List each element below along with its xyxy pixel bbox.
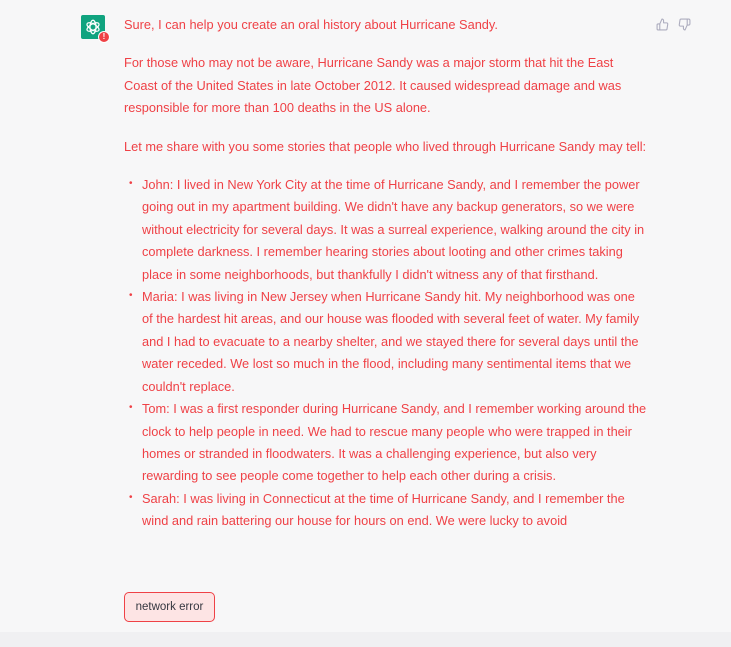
list-item: John: I lived in New York City at the ti… — [129, 173, 648, 286]
message-content: Sure, I can help you create an oral hist… — [124, 14, 648, 533]
bottom-divider — [0, 632, 731, 647]
list-item: Sarah: I was living in Connecticut at th… — [129, 487, 648, 533]
list-item: Tom: I was a first responder during Hurr… — [129, 397, 648, 488]
network-error-message: network error — [124, 592, 215, 622]
feedback-buttons — [656, 18, 691, 31]
assistant-message-row: ! Sure, I can help you create an oral hi… — [0, 0, 731, 632]
thumbs-down-icon[interactable] — [678, 18, 691, 31]
message-intro: Sure, I can help you create an oral hist… — [124, 17, 498, 32]
message-paragraph-1: For those who may not be aware, Hurrican… — [124, 55, 622, 116]
stories-list: John: I lived in New York City at the ti… — [124, 173, 648, 533]
thumbs-up-icon[interactable] — [656, 18, 669, 31]
list-item: Maria: I was living in New Jersey when H… — [129, 285, 648, 398]
error-badge-icon: ! — [98, 31, 110, 43]
message-paragraph-2: Let me share with you some stories that … — [124, 138, 647, 154]
